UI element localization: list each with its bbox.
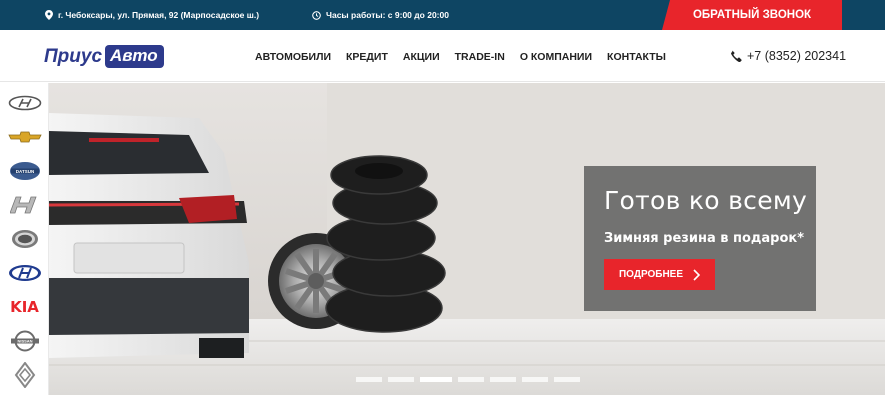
logo-text-part2: Авто (105, 45, 164, 68)
slider-dot[interactable] (420, 377, 452, 382)
haval-logo-icon (9, 196, 37, 214)
brand-chevrolet[interactable] (6, 125, 43, 149)
phone-icon (731, 50, 742, 62)
nav-item-about[interactable]: О КОМПАНИИ (520, 51, 592, 63)
brand-sidebar: DATSUN KIA NISSAN (0, 83, 49, 395)
nav-item-contacts[interactable]: КОНТАКТЫ (607, 51, 666, 63)
slider-dot[interactable] (388, 377, 414, 382)
promo-title: Готов ко всему (604, 186, 808, 215)
slider-dot[interactable] (356, 377, 382, 382)
brand-hyundai[interactable] (6, 261, 43, 285)
phone-link[interactable]: +7 (8352) 202341 (730, 49, 846, 63)
slider-dot[interactable] (554, 377, 580, 382)
renault-logo-icon (14, 362, 35, 388)
nav-item-credit[interactable]: КРЕДИТ (346, 51, 388, 63)
hours-block: Часы работы: с 9:00 до 20:00 (312, 10, 449, 20)
hero-slider: Готов ко всему Зимняя резина в подарок* … (49, 83, 885, 395)
datsun-logo-icon: DATSUN (9, 162, 40, 180)
brand-kia[interactable]: KIA (6, 295, 43, 319)
more-details-label: ПОДРОБНЕЕ (618, 269, 684, 280)
nav-item-cars[interactable]: АВТОМОБИЛИ (255, 51, 331, 63)
phone-number: +7 (8352) 202341 (747, 49, 847, 63)
svg-text:DATSUN: DATSUN (15, 169, 33, 174)
geely-logo-icon (11, 230, 38, 248)
address-block: г. Чебоксары, ул. Прямая, 92 (Марпосадск… (45, 10, 259, 20)
address-text: г. Чебоксары, ул. Прямая, 92 (Марпосадск… (58, 10, 260, 20)
top-info-bar: г. Чебоксары, ул. Прямая, 92 (Марпосадск… (0, 0, 885, 30)
kia-logo-icon: KIA (10, 298, 39, 316)
page: г. Чебоксары, ул. Прямая, 92 (Марпосадск… (0, 0, 885, 395)
brand-geely[interactable] (6, 227, 43, 251)
hyundai-logo-icon (8, 265, 41, 281)
callback-button[interactable]: ОБРАТНЫЙ ЗВОНОК (662, 0, 842, 30)
slider-pagination (356, 377, 580, 382)
brand-haval[interactable] (6, 193, 43, 217)
promo-subtitle: Зимняя резина в подарок* (604, 231, 805, 246)
more-details-button[interactable]: ПОДРОБНЕЕ (604, 259, 715, 290)
slider-dot[interactable] (458, 377, 484, 382)
logo-text-part1: Приус (44, 45, 103, 67)
chevron-right-icon (693, 268, 701, 281)
nav-item-trade-in[interactable]: TRADE-IN (455, 51, 505, 63)
brand-hyundai-logo-outline[interactable] (6, 91, 43, 115)
slider-dot[interactable] (490, 377, 516, 382)
brand-renault[interactable] (6, 362, 43, 388)
promo-panel: Готов ко всему Зимняя резина в подарок* … (584, 166, 816, 311)
brand-datsun[interactable]: DATSUN (6, 159, 43, 183)
chevrolet-logo-icon (7, 131, 42, 143)
nav-item-promotions[interactable]: АКЦИИ (403, 51, 440, 63)
main-nav: АВТОМОБИЛИ КРЕДИТ АКЦИИ TRADE-IN О КОМПА… (255, 51, 666, 63)
brand-nissan[interactable]: NISSAN (6, 329, 43, 353)
hyundai-logo-icon (8, 95, 41, 111)
main-header: Приус Авто АВТОМОБИЛИ КРЕДИТ АКЦИИ TRADE… (0, 30, 885, 82)
slider-dot[interactable] (522, 377, 548, 382)
location-pin-icon (45, 10, 53, 20)
svg-text:NISSAN: NISSAN (17, 339, 32, 344)
hours-text: Часы работы: с 9:00 до 20:00 (326, 10, 449, 20)
nissan-logo-icon: NISSAN (10, 330, 39, 352)
site-logo[interactable]: Приус Авто (44, 45, 164, 68)
clock-icon (312, 10, 321, 20)
